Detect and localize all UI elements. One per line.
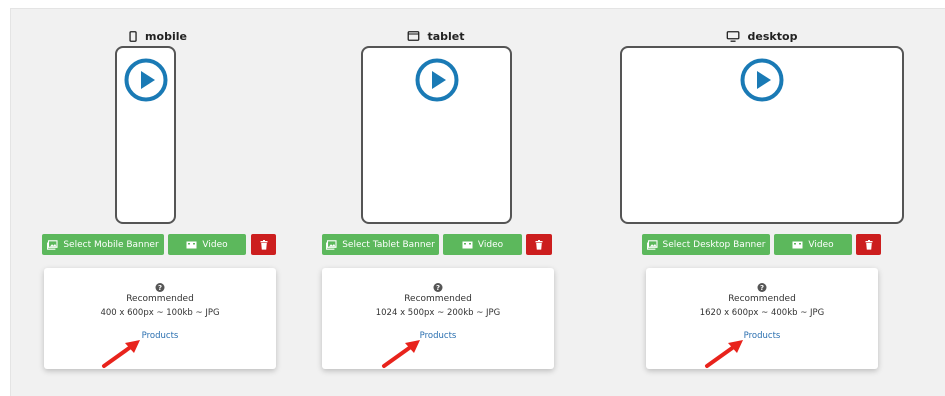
select-desktop-banner-button[interactable]: Select Desktop Banner [642, 234, 770, 255]
mobile-preview-frame[interactable] [115, 46, 176, 224]
svg-text:?: ? [158, 284, 162, 292]
device-title-label: tablet [427, 29, 465, 43]
svg-text:?: ? [436, 284, 440, 292]
mobile-video-button[interactable]: Video [168, 234, 246, 255]
svg-text:?: ? [760, 284, 764, 292]
device-title-desktop: desktop [726, 28, 798, 44]
video-icon [792, 241, 803, 248]
trash-icon [865, 239, 872, 250]
delete-desktop-banner-button[interactable] [856, 234, 881, 255]
play-circle-icon[interactable] [124, 58, 168, 102]
play-circle-icon[interactable] [740, 58, 784, 102]
tablet-icon [407, 31, 420, 41]
image-icon [47, 239, 58, 250]
question-circle-icon: ? [155, 283, 165, 292]
recommended-spec: 1620 x 600px ~ 400kb ~ JPG [699, 308, 825, 318]
mobile-recommendation-card: ? Recommended 400 x 600px ~ 100kb ~ JPG … [44, 268, 276, 369]
select-tablet-banner-button[interactable]: Select Tablet Banner [322, 234, 439, 255]
tablet-recommendation-card: ? Recommended 1024 x 500px ~ 200kb ~ JPG… [322, 268, 554, 369]
recommended-spec: 400 x 600px ~ 100kb ~ JPG [100, 308, 220, 318]
select-mobile-banner-button[interactable]: Select Mobile Banner [42, 234, 164, 255]
image-icon [646, 239, 658, 250]
image-icon [326, 239, 337, 250]
annotation-arrow [102, 340, 140, 368]
video-icon [186, 241, 197, 248]
products-link[interactable]: Products [322, 331, 554, 341]
recommended-label: Recommended [126, 294, 194, 304]
desktop-recommendation-card: ? Recommended 1620 x 600px ~ 400kb ~ JPG… [646, 268, 878, 369]
desktop-video-button[interactable]: Video [774, 234, 852, 255]
question-circle-icon: ? [433, 283, 443, 292]
recommended-label: Recommended [728, 294, 796, 304]
play-circle-icon[interactable] [415, 58, 459, 102]
question-circle-icon: ? [757, 283, 767, 292]
products-link[interactable]: Products [44, 331, 276, 341]
annotation-arrow [705, 340, 743, 368]
recommended-spec: 1024 x 500px ~ 200kb ~ JPG [375, 308, 501, 318]
device-title-mobile: mobile [129, 28, 187, 44]
device-title-tablet: tablet [407, 28, 465, 44]
delete-tablet-banner-button[interactable] [526, 234, 552, 255]
desktop-icon [726, 30, 740, 42]
delete-mobile-banner-button[interactable] [251, 234, 276, 255]
video-icon [462, 241, 473, 248]
device-title-label: mobile [145, 29, 187, 43]
tablet-preview-frame[interactable] [361, 46, 512, 224]
trash-icon [535, 239, 543, 250]
device-title-label: desktop [747, 29, 798, 43]
desktop-preview-frame[interactable] [620, 46, 904, 224]
products-link[interactable]: Products [646, 331, 878, 341]
mobile-icon [129, 30, 137, 42]
annotation-arrow [382, 340, 420, 368]
trash-icon [260, 239, 267, 250]
tablet-video-button[interactable]: Video [443, 234, 522, 255]
recommended-label: Recommended [404, 294, 472, 304]
